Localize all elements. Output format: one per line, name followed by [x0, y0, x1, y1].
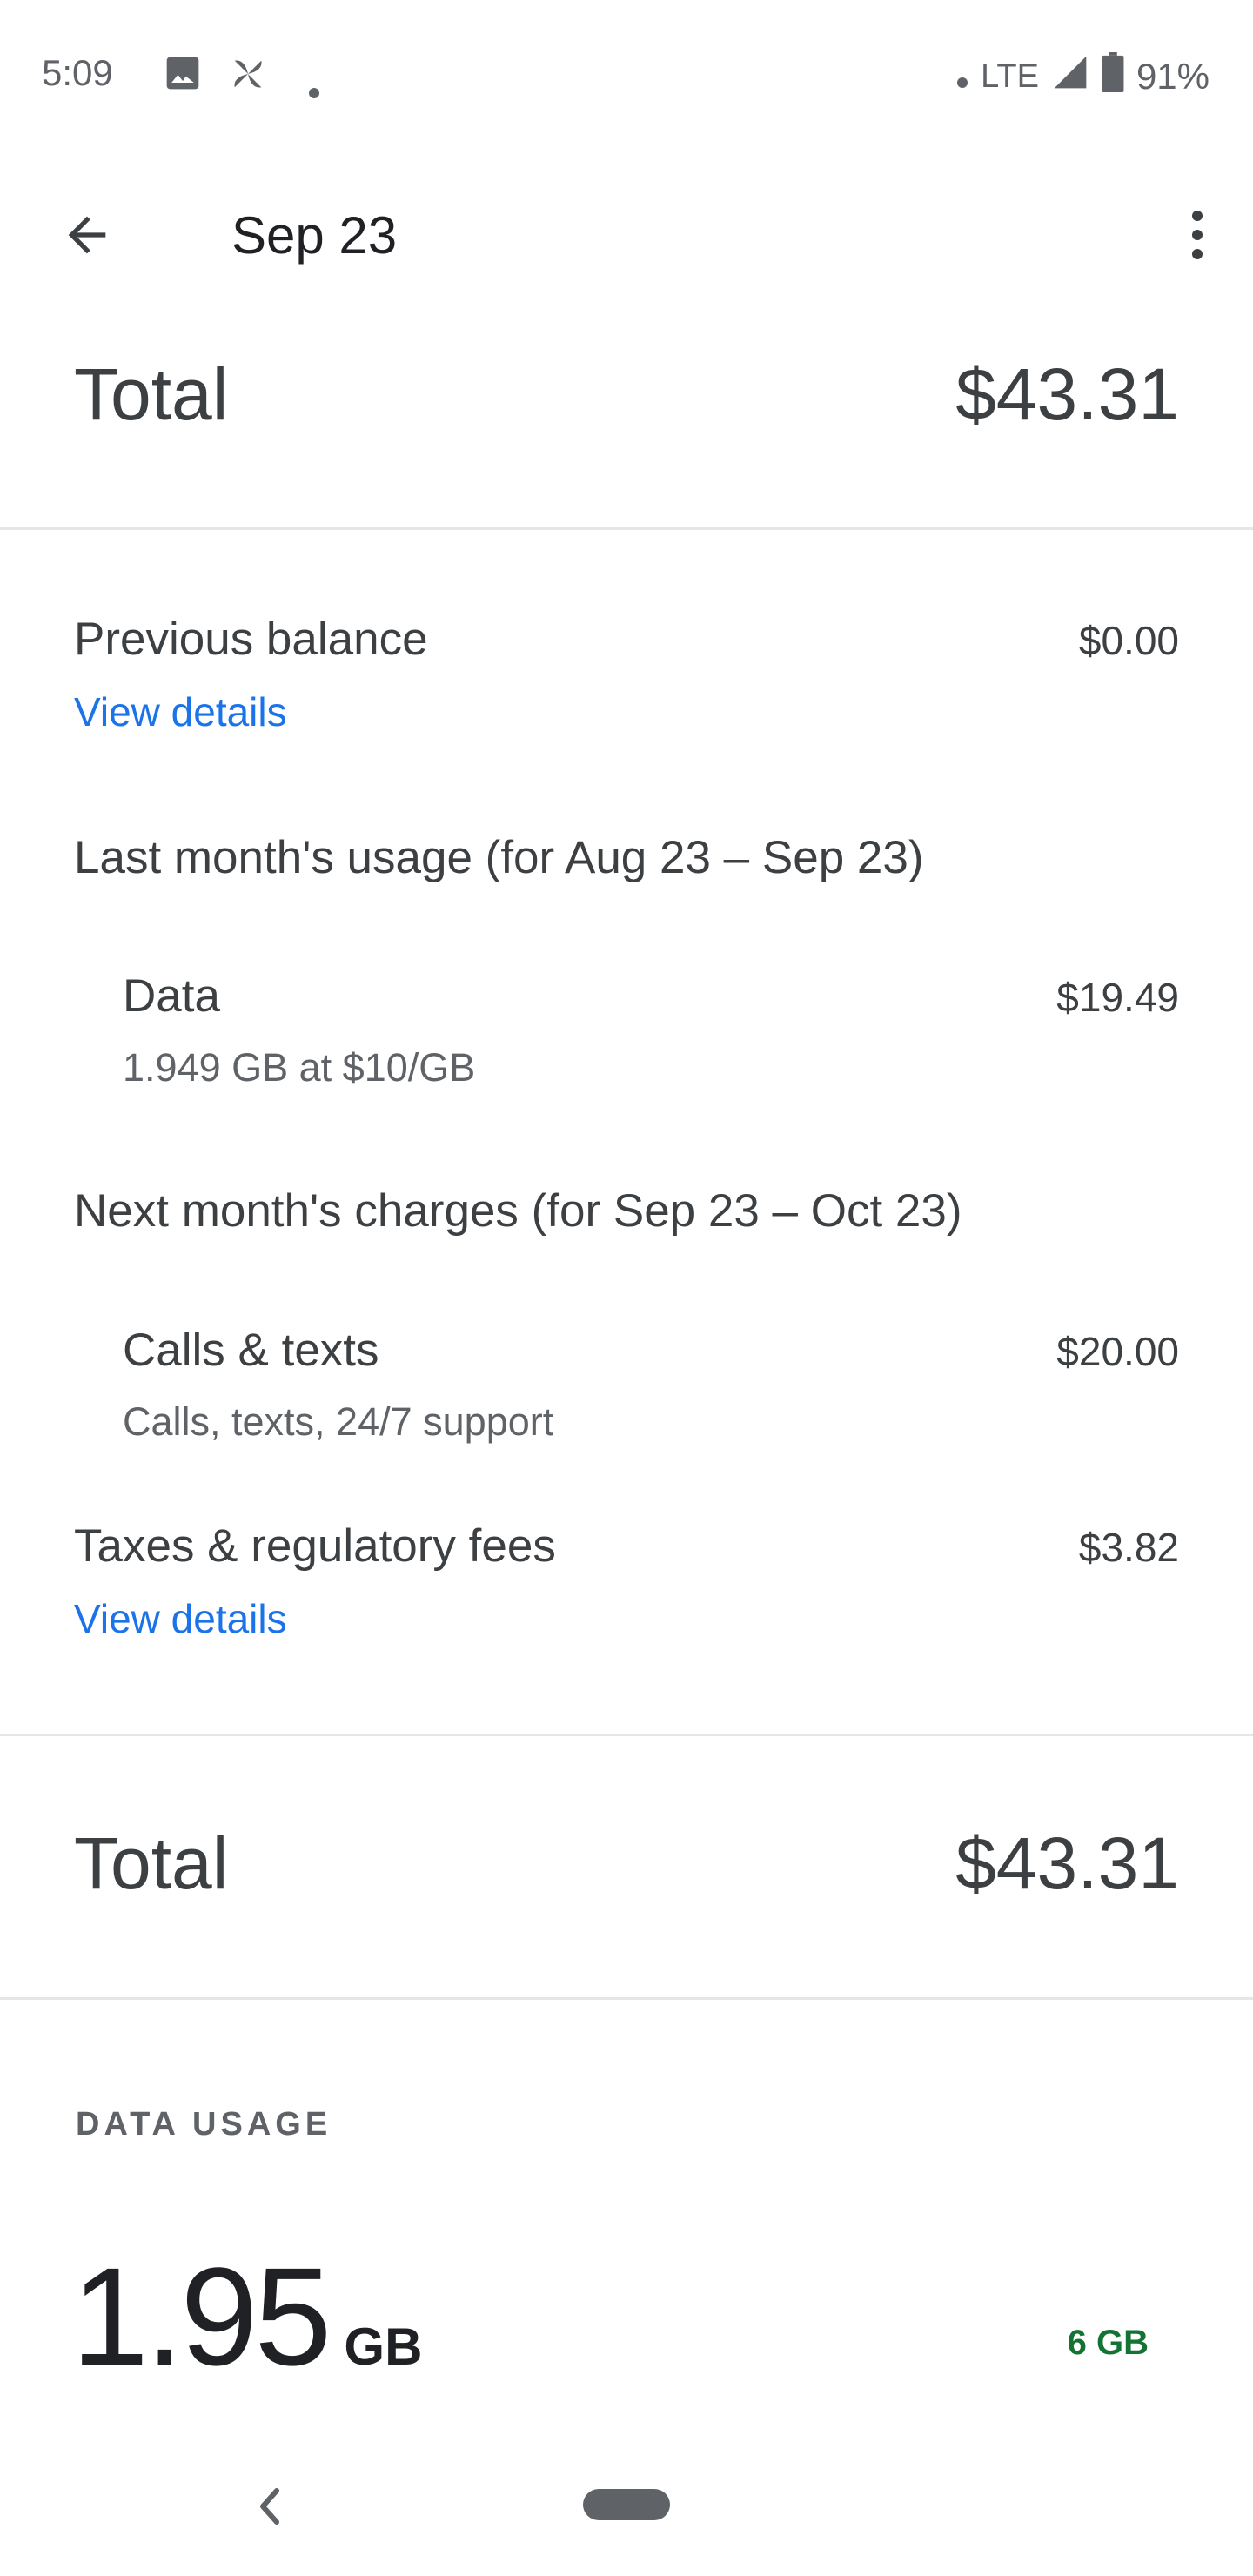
battery-percent: 91%: [1136, 56, 1209, 97]
taxes-view-details-link[interactable]: View details: [74, 1595, 1179, 1642]
dot-icon: [308, 66, 320, 108]
previous-balance-item: Previous balance $0.00 View details: [74, 613, 1179, 735]
status-bar: 5:09 LTE 91%: [0, 0, 1253, 148]
more-options-button[interactable]: [1171, 200, 1223, 270]
data-value: $19.49: [1056, 975, 1179, 1020]
divider: [0, 1734, 1253, 1736]
data-desc: 1.949 GB at $10/GB: [123, 1045, 476, 1090]
taxes-fees-value: $3.82: [1078, 1525, 1179, 1570]
total-label: Total: [74, 353, 229, 435]
calls-texts-value: $20.00: [1056, 1329, 1179, 1374]
taxes-fees-label: Taxes & regulatory fees: [74, 1520, 556, 1572]
app-bar: Sep 23: [0, 174, 1253, 296]
network-label: LTE: [981, 57, 1039, 95]
previous-balance-label: Previous balance: [74, 614, 428, 665]
divider: [0, 527, 1253, 530]
arrow-back-icon: [68, 216, 106, 254]
calls-texts-item: Calls & texts $20.00 Calls, texts, 24/7 …: [123, 1324, 1179, 1445]
bill-detail-screen: 5:09 LTE 91% Sep 23 Total $43.31 Previou…: [0, 0, 1253, 2576]
bottom-total-row: Total $43.31: [74, 1821, 1179, 1906]
calls-texts-desc: Calls, texts, 24/7 support: [123, 1399, 554, 1444]
total-value: $43.31: [955, 353, 1179, 435]
summary-total-row: Total $43.31: [74, 352, 1179, 437]
pinwheel-icon: [228, 54, 268, 103]
last-month-usage-heading: Last month's usage (for Aug 23 – Sep 23): [74, 832, 924, 883]
battery-icon: [1102, 52, 1124, 101]
nav-home-pill[interactable]: [583, 2489, 670, 2520]
dot-icon: [956, 56, 968, 97]
system-nav-bar: [0, 2437, 1253, 2576]
nav-back-button[interactable]: [252, 2482, 287, 2531]
status-time: 5:09: [42, 52, 113, 93]
nav-back-icon: [260, 2488, 279, 2525]
data-usage-heading: DATA USAGE: [76, 2106, 332, 2143]
previous-balance-value: $0.00: [1078, 618, 1179, 663]
previous-balance-view-details-link[interactable]: View details: [74, 688, 1179, 735]
data-usage-number: 1.95: [71, 2238, 332, 2394]
data-label: Data: [123, 970, 220, 1022]
image-icon: [164, 54, 202, 101]
more-vert-icon: [1192, 211, 1203, 259]
bottom-total-value: $43.31: [955, 1822, 1179, 1904]
data-charge-item: Data $19.49 1.949 GB at $10/GB: [123, 969, 1179, 1090]
data-usage-amount: 1.95 GB: [71, 2237, 422, 2397]
signal-icon: [1051, 53, 1089, 100]
data-usage-unit: GB: [344, 2318, 423, 2376]
data-limit-label: 6 GB: [1067, 2324, 1149, 2362]
back-button[interactable]: [52, 200, 122, 270]
page-title: Sep 23: [231, 206, 398, 265]
calls-texts-label: Calls & texts: [123, 1325, 379, 1376]
next-month-charges-heading: Next month's charges (for Sep 23 – Oct 2…: [74, 1185, 962, 1237]
status-right: LTE 91%: [956, 52, 1209, 101]
bottom-total-label: Total: [74, 1822, 229, 1904]
taxes-fees-item: Taxes & regulatory fees $3.82 View detai…: [74, 1519, 1179, 1642]
divider: [0, 1997, 1253, 2000]
